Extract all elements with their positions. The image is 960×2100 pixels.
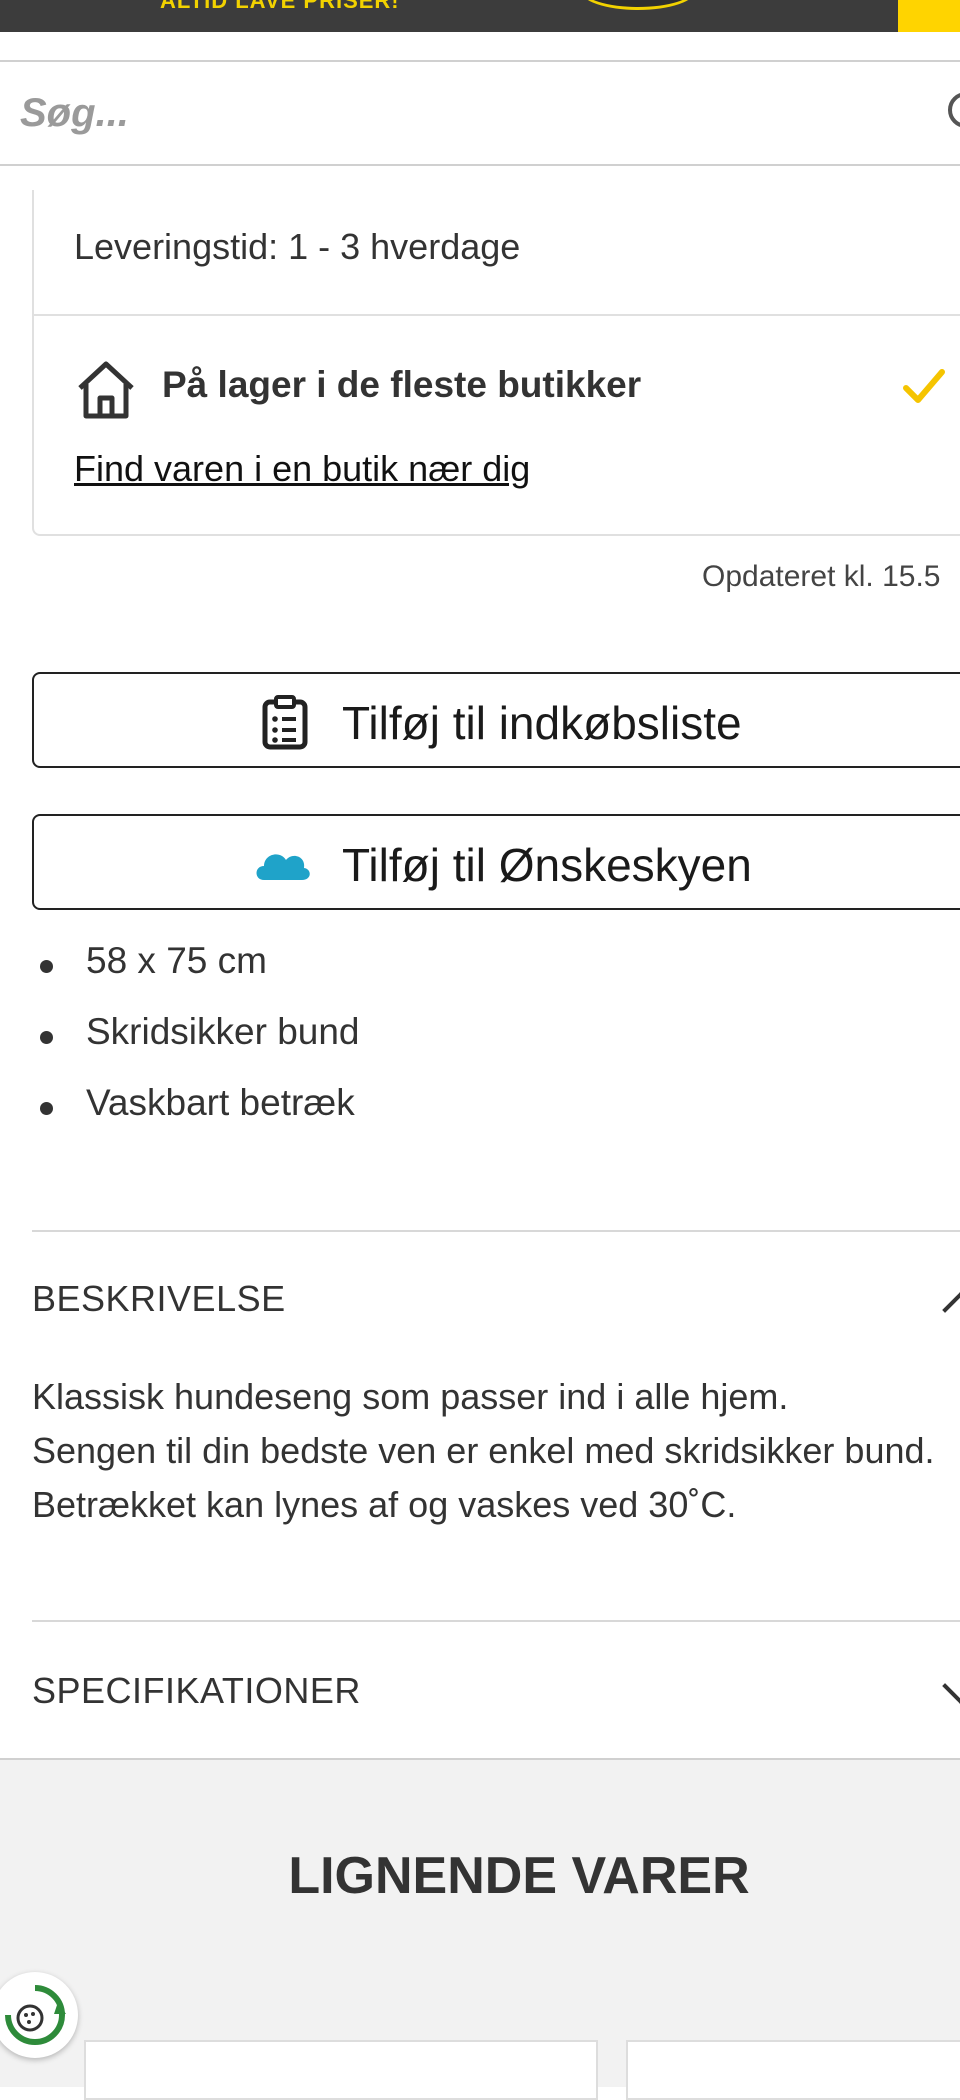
chevron-up-icon[interactable] — [942, 1290, 960, 1330]
find-in-store-link[interactable]: Find varen i en butik nær dig — [74, 448, 530, 490]
list-item: 58 x 75 cm — [0, 940, 960, 1011]
description-line: Sengen til din bedste ven er enkel med s… — [32, 1430, 935, 1471]
divider — [32, 1230, 960, 1232]
description-text: Klassisk hundeseng som passer ind i alle… — [32, 1370, 952, 1532]
menu-button[interactable] — [898, 0, 960, 32]
specifications-toggle[interactable]: SPECIFIKATIONER — [32, 1670, 361, 1712]
stock-info-box: Leveringstid: 1 - 3 hverdage På lager i … — [32, 190, 960, 536]
add-to-wishcloud-label: Tilføj til Ønskeskyen — [342, 839, 752, 891]
header-slogan: ALTID LAVE PRISER! — [160, 0, 400, 13]
product-card[interactable] — [626, 2040, 960, 2100]
cloud-icon — [256, 854, 310, 880]
similar-products-title: LIGNENDE VARER — [288, 1847, 750, 1905]
product-card[interactable] — [84, 2040, 598, 2100]
similar-products-section — [0, 1758, 960, 2087]
clipboard-icon — [262, 695, 308, 750]
store-icon — [78, 361, 134, 419]
divider — [34, 314, 960, 316]
list-item: Skridsikker bund — [0, 1011, 960, 1082]
search-bar — [0, 60, 960, 166]
recycle-icon — [5, 1985, 66, 2045]
list-item: Vaskbart betræk — [0, 1082, 960, 1153]
updated-timestamp: Opdateret kl. 15.5 — [702, 560, 941, 593]
bullet — [40, 960, 53, 973]
bullet — [40, 1031, 53, 1044]
description-toggle[interactable]: BESKRIVELSE — [32, 1278, 286, 1320]
description-line: Betrækket kan lynes af og vaskes ved 30˚… — [32, 1484, 737, 1525]
eco-badge-icon[interactable] — [0, 1972, 78, 2058]
chevron-down-icon[interactable] — [942, 1666, 960, 1706]
feature-list: 58 x 75 cm Skridsikker bund Vaskbart bet… — [0, 940, 960, 1153]
checkmark-icon — [903, 369, 945, 403]
description-line: Klassisk hundeseng som passer ind i alle… — [32, 1376, 789, 1417]
add-to-list-label: Tilføj til indkøbsliste — [342, 697, 742, 749]
delivery-time: Leveringstid: 1 - 3 hverdage — [74, 226, 521, 267]
search-icon[interactable] — [948, 92, 960, 128]
top-header: ALTID LAVE PRISER! — [0, 0, 960, 32]
divider — [32, 1620, 960, 1622]
add-to-wishcloud-button[interactable]: Tilføj til Ønskeskyen — [32, 814, 960, 910]
add-to-shopping-list-button[interactable]: Tilføj til indkøbsliste — [32, 672, 960, 768]
search-input[interactable] — [0, 62, 940, 164]
store-availability: På lager i de fleste butikker — [162, 364, 642, 405]
logo[interactable] — [580, 0, 696, 10]
bullet — [40, 1102, 53, 1115]
